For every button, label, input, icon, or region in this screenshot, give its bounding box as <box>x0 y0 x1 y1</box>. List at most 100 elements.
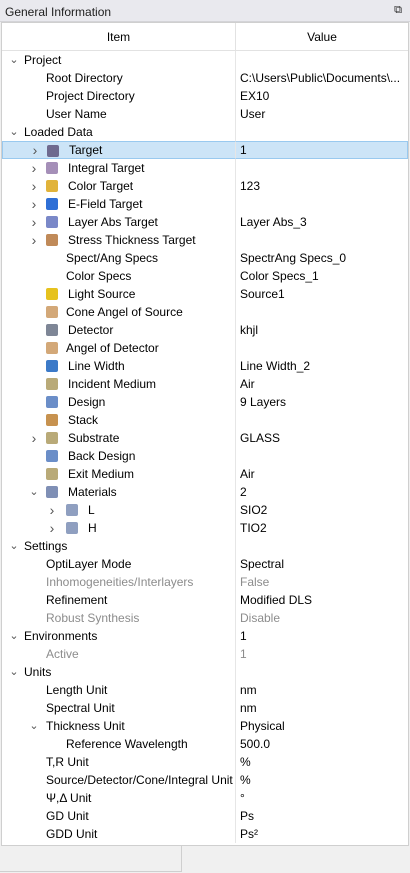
chevron-right-icon[interactable]: › <box>28 177 40 195</box>
tree-row[interactable]: ⌄ Units <box>2 663 408 681</box>
tree-row[interactable]: Spectral Unit nm <box>2 699 408 717</box>
value-cell[interactable]: Ps² <box>236 825 408 843</box>
tree-row[interactable]: › Substrate GLASS <box>2 429 408 447</box>
tree-row[interactable]: Angel of Detector <box>2 339 408 357</box>
chevron-right-icon[interactable]: › <box>29 142 41 158</box>
value-cell[interactable]: 9 Layers <box>236 393 408 411</box>
column-header-item[interactable]: Item <box>2 23 236 51</box>
chevron-right-icon[interactable]: › <box>28 231 40 249</box>
column-header-value[interactable]: Value <box>236 23 408 51</box>
tree-row[interactable]: GDD Unit Ps² <box>2 825 408 843</box>
value-cell[interactable]: ° <box>236 789 408 807</box>
tree-row[interactable]: GD Unit Ps <box>2 807 408 825</box>
tree-row[interactable]: Robust Synthesis Disable <box>2 609 408 627</box>
tree-row[interactable]: › Integral Target <box>2 159 408 177</box>
value-cell[interactable]: 1 <box>236 627 408 645</box>
value-cell[interactable]: nm <box>236 699 408 717</box>
tree-row[interactable]: Cone Angel of Source <box>2 303 408 321</box>
value-cell[interactable]: nm <box>236 681 408 699</box>
value-cell[interactable]: Spectral <box>236 555 408 573</box>
tree-row[interactable]: Design 9 Layers <box>2 393 408 411</box>
chevron-down-icon[interactable]: ⌄ <box>8 537 20 555</box>
tree-row[interactable]: › Color Target 123 <box>2 177 408 195</box>
tree-row[interactable]: T,R Unit% <box>2 753 408 771</box>
value-cell[interactable]: User <box>236 105 408 123</box>
tree-row[interactable]: Root Directory C:\Users\Public\Documents\… <box>2 69 408 87</box>
value-cell[interactable] <box>236 339 408 357</box>
tree-row[interactable]: OptiLayer Mode Spectral <box>2 555 408 573</box>
chevron-down-icon[interactable]: ⌄ <box>8 123 20 141</box>
value-cell[interactable] <box>236 231 408 249</box>
value-cell[interactable]: 123 <box>236 177 408 195</box>
tree-row[interactable]: ⌄ Settings <box>2 537 408 555</box>
value-cell[interactable]: TIO2 <box>236 519 408 537</box>
chevron-down-icon[interactable]: ⌄ <box>28 717 40 735</box>
value-cell[interactable]: EX10 <box>236 87 408 105</box>
chevron-down-icon[interactable]: ⌄ <box>28 483 40 501</box>
value-cell[interactable]: SpectrAng Specs_0 <box>236 249 408 267</box>
value-cell[interactable]: Layer Abs_3 <box>236 213 408 231</box>
tree-row[interactable]: › H TIO2 <box>2 519 408 537</box>
value-cell[interactable]: Source1 <box>236 285 408 303</box>
value-cell[interactable]: Air <box>236 465 408 483</box>
chevron-down-icon[interactable]: ⌄ <box>8 663 20 681</box>
tree-row[interactable]: › L SIO2 <box>2 501 408 519</box>
tree-row[interactable]: Back Design <box>2 447 408 465</box>
chevron-down-icon[interactable]: ⌄ <box>8 627 20 645</box>
tree-row[interactable]: Source/Detector/Cone/Integral Unit% <box>2 771 408 789</box>
tree-row[interactable]: › Layer Abs Target Layer Abs_3 <box>2 213 408 231</box>
tree-row[interactable]: Ψ,Δ Unit ° <box>2 789 408 807</box>
tree-row[interactable]: Detector khjl <box>2 321 408 339</box>
value-cell[interactable]: Line Width_2 <box>236 357 408 375</box>
tree-row[interactable]: Refinement Modified DLS <box>2 591 408 609</box>
value-cell[interactable]: Color Specs_1 <box>236 267 408 285</box>
chevron-right-icon[interactable]: › <box>28 213 40 231</box>
tree-row[interactable]: › Stress Thickness Target <box>2 231 408 249</box>
value-cell[interactable]: Ps <box>236 807 408 825</box>
value-cell[interactable] <box>236 51 408 69</box>
chevron-right-icon[interactable]: › <box>28 195 40 213</box>
chevron-right-icon[interactable]: › <box>46 519 58 537</box>
value-cell[interactable] <box>236 159 408 177</box>
value-cell[interactable]: C:\Users\Public\Documents\... <box>236 69 408 87</box>
value-cell[interactable] <box>236 123 408 141</box>
tree-row[interactable]: Reference Wavelength 500.0 <box>2 735 408 753</box>
value-cell[interactable] <box>236 411 408 429</box>
chevron-right-icon[interactable]: › <box>28 429 40 447</box>
value-cell[interactable] <box>236 195 408 213</box>
value-cell[interactable]: Physical <box>236 717 408 735</box>
value-cell[interactable]: % <box>236 771 408 789</box>
tree-row[interactable]: ⌄ Loaded Data <box>2 123 408 141</box>
value-cell[interactable]: % <box>236 753 408 771</box>
tree-row[interactable]: Color Specs Color Specs_1 <box>2 267 408 285</box>
value-cell[interactable] <box>236 303 408 321</box>
tree-row[interactable]: Line Width Line Width_2 <box>2 357 408 375</box>
value-cell[interactable] <box>236 447 408 465</box>
tree-row[interactable]: › E-Field Target <box>2 195 408 213</box>
value-cell[interactable] <box>236 663 408 681</box>
value-cell[interactable]: Modified DLS <box>236 591 408 609</box>
tree-row[interactable]: Incident Medium Air <box>2 375 408 393</box>
value-cell[interactable]: GLASS <box>236 429 408 447</box>
chevron-right-icon[interactable]: › <box>28 159 40 177</box>
value-cell[interactable]: khjl <box>236 321 408 339</box>
tree-row[interactable]: ⌄ Project <box>2 51 408 69</box>
tree-row[interactable]: ⌄ Environments 1 <box>2 627 408 645</box>
tree-row[interactable]: Spect/Ang Specs SpectrAng Specs_0 <box>2 249 408 267</box>
tree-row[interactable]: Length Unit nm <box>2 681 408 699</box>
chevron-down-icon[interactable]: ⌄ <box>8 51 20 69</box>
tree-row[interactable]: ⌄ Thickness Unit Physical <box>2 717 408 735</box>
value-cell[interactable] <box>236 537 408 555</box>
value-cell[interactable]: SIO2 <box>236 501 408 519</box>
tree-row[interactable]: Light Source Source1 <box>2 285 408 303</box>
value-cell[interactable]: 2 <box>236 483 408 501</box>
value-cell[interactable]: 500.0 <box>236 735 408 753</box>
restore-icon[interactable]: ⧉ <box>392 4 404 16</box>
tree-row[interactable]: › Target 1 <box>2 141 408 159</box>
tree-row[interactable]: User Name User <box>2 105 408 123</box>
value-cell[interactable]: Air <box>236 375 408 393</box>
tree-row[interactable]: Active 1 <box>2 645 408 663</box>
tree-row[interactable]: Exit Medium Air <box>2 465 408 483</box>
value-cell[interactable]: 1 <box>236 141 408 159</box>
tree-row[interactable]: ⌄ Materials 2 <box>2 483 408 501</box>
